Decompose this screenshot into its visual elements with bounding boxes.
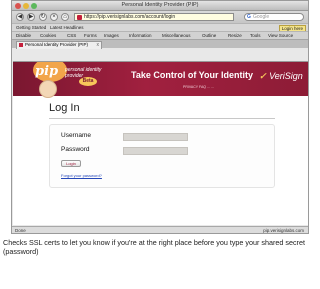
status-domain[interactable]: pip.verisignlabs.com (263, 228, 304, 233)
tab-pip[interactable]: Personal Identity Provider (PIP) x (16, 41, 102, 49)
bookmarks-toolbar: Getting Started Latest Headlines Login h… (12, 23, 308, 32)
search-placeholder: Google (253, 14, 270, 20)
close-tab-icon[interactable]: x (97, 42, 100, 48)
tab-favicon-icon (19, 43, 23, 47)
home-button[interactable]: ⌂ (61, 13, 69, 21)
developer-toolbar: Disable Cookies CSS Forms Images Informa… (12, 31, 308, 39)
checkmark-icon: ✓ (259, 71, 267, 81)
search-input[interactable]: G Google (244, 13, 304, 21)
password-field[interactable] (123, 147, 188, 155)
status-text: Done (15, 228, 26, 233)
banner-links[interactable]: PRIVACY FAQ ... ... (183, 85, 214, 89)
dev-disable[interactable]: Disable (16, 33, 31, 38)
verisign-logo[interactable]: ✓ VeriSign (259, 71, 303, 82)
banner-headline: Take Control of Your Identity (131, 70, 254, 80)
title-bar: Personal Identity Provider (PIP) (12, 1, 308, 11)
window-title: Personal Identity Provider (PIP) (121, 2, 199, 8)
url-text: https://pip.verisignlabs.com/account/log… (84, 14, 176, 20)
forward-button[interactable]: ▶ (27, 13, 35, 21)
status-bar: Done pip.verisignlabs.com (12, 226, 308, 233)
dev-resize[interactable]: Resize (228, 33, 242, 38)
dev-forms[interactable]: Forms (84, 33, 97, 38)
page-content: pip personal identity provider Beta Take… (13, 61, 308, 225)
navigation-toolbar: ◀ ▶ ↻ × ⌂ https://pip.verisignlabs.com/a… (12, 11, 308, 23)
dev-cookies[interactable]: Cookies (40, 33, 56, 38)
password-label: Password (61, 146, 90, 153)
title-divider (49, 118, 275, 119)
dev-miscellaneous[interactable]: Miscellaneous (162, 33, 191, 38)
beta-badge: Beta (79, 77, 97, 86)
dev-tools[interactable]: Tools (250, 33, 261, 38)
pip-logo[interactable]: pip (35, 64, 58, 79)
person-illustration (39, 80, 57, 98)
tab-bar: Personal Identity Provider (PIP) x (12, 39, 308, 49)
dev-images[interactable]: Images (104, 33, 119, 38)
dev-information[interactable]: Information (129, 33, 152, 38)
dev-view-source[interactable]: View Source (268, 33, 293, 38)
reload-button[interactable]: ↻ (39, 13, 47, 21)
dev-css[interactable]: CSS (67, 33, 76, 38)
dev-outline[interactable]: Outline (202, 33, 216, 38)
tab-label: Personal Identity Provider (PIP) (25, 42, 89, 47)
username-field[interactable] (123, 133, 188, 141)
browser-window: Personal Identity Provider (PIP) ◀ ▶ ↻ ×… (11, 0, 309, 234)
site-banner: pip personal identity provider Beta Take… (13, 62, 308, 96)
google-icon: G (247, 14, 251, 20)
site-favicon-icon (77, 15, 82, 20)
login-button[interactable]: Login (61, 160, 81, 167)
stop-button[interactable]: × (50, 13, 58, 21)
username-label: Username (61, 132, 91, 139)
page-title: Log In (49, 102, 80, 114)
verisign-wordmark: VeriSign (269, 71, 303, 81)
slide-caption: Checks SSL certs to let you know if you'… (3, 238, 305, 256)
forgot-password-link[interactable]: Forgot your password? (61, 173, 102, 178)
address-bar[interactable]: https://pip.verisignlabs.com/account/log… (74, 13, 234, 21)
back-button[interactable]: ◀ (16, 13, 24, 21)
bookmark-getting-started[interactable]: Getting Started (16, 25, 46, 30)
bookmark-latest-headlines[interactable]: Latest Headlines (50, 25, 84, 30)
